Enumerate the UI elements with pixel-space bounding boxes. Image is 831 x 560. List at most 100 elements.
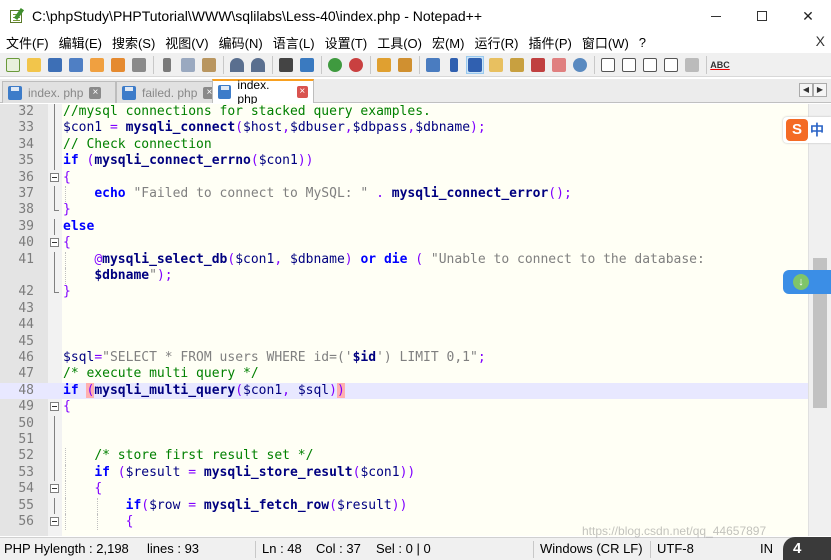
menu-run[interactable]: 运行(R)	[468, 33, 522, 52]
play-macro-icon[interactable]	[641, 56, 659, 74]
show-all-chars-icon[interactable]	[445, 56, 463, 74]
stop-macro-icon[interactable]	[620, 56, 638, 74]
zoom-in-icon[interactable]	[326, 56, 344, 74]
vertical-scrollbar[interactable]	[808, 104, 831, 536]
code-line[interactable]: 32 //mysql connections for stacked query …	[0, 104, 808, 121]
code-line[interactable]: 43	[0, 301, 808, 317]
fold-toggle-icon[interactable]	[50, 402, 59, 412]
minimize-button[interactable]	[693, 0, 739, 32]
fold-toggle-icon[interactable]	[50, 238, 59, 248]
code-line[interactable]: 54 {	[0, 481, 808, 498]
code-line[interactable]: 34 // Check connection	[0, 136, 808, 154]
code-token: ,	[282, 382, 290, 398]
code-token: (	[141, 497, 150, 513]
code-token: $result	[125, 464, 181, 480]
menu-macro[interactable]: 宏(M)	[426, 33, 469, 52]
code-line[interactable]: 55 if($row = mysqli_fetch_row($result))	[0, 497, 808, 514]
code-line[interactable]: 48 if (mysqli_multi_query($con1, $sql))	[0, 382, 808, 400]
print-icon[interactable]	[130, 56, 148, 74]
menu-file[interactable]: 文件(F)	[0, 33, 53, 52]
tab-scroll-right-icon[interactable]: ▶	[813, 83, 827, 97]
close-icon[interactable]	[88, 56, 106, 74]
close-document-button[interactable]: X	[816, 33, 825, 49]
save-icon[interactable]	[46, 56, 64, 74]
maximize-button[interactable]	[739, 0, 785, 32]
cut-icon[interactable]	[158, 56, 176, 74]
tab-close-icon[interactable]: ×	[296, 86, 308, 98]
function-list-icon[interactable]	[529, 56, 547, 74]
code-line[interactable]: $dbname");	[0, 268, 808, 285]
code-line[interactable]: 44	[0, 317, 808, 333]
close-all-icon[interactable]	[109, 56, 127, 74]
code-line[interactable]: 38}	[0, 202, 808, 218]
save-macro-icon[interactable]	[683, 56, 701, 74]
code-line[interactable]: 37 echo "Failed to connect to MySQL: " .…	[0, 186, 808, 203]
code-line[interactable]: 49 {	[0, 399, 808, 415]
new-file-icon[interactable]	[4, 56, 22, 74]
run-macro-multiple-icon[interactable]	[662, 56, 680, 74]
code-line[interactable]: 47 /* execute multi query */	[0, 366, 808, 382]
toolbar: ABC	[0, 53, 831, 77]
sogou-ime-widget[interactable]: S 中	[783, 117, 831, 143]
zoom-out-icon[interactable]	[347, 56, 365, 74]
save-all-icon[interactable]	[67, 56, 85, 74]
menu-tools[interactable]: 工具(O)	[371, 33, 426, 52]
replace-icon[interactable]	[298, 56, 316, 74]
menu-edit[interactable]: 编辑(E)	[53, 33, 106, 52]
doc-map-icon[interactable]	[508, 56, 526, 74]
menu-search[interactable]: 搜索(S)	[106, 33, 159, 52]
sync-vertical-icon[interactable]	[375, 56, 393, 74]
sync-horizontal-icon[interactable]	[396, 56, 414, 74]
line-number: 34	[18, 136, 34, 152]
paste-icon[interactable]	[200, 56, 218, 74]
menu-encoding[interactable]: 编码(N)	[213, 33, 267, 52]
download-float-button[interactable]: ↓	[783, 270, 831, 294]
code-line[interactable]: 53 if ($result = mysqli_store_result($co…	[0, 464, 808, 482]
status-bar: PHP Hy length : 2,198 lines : 93 Ln : 48…	[0, 537, 831, 560]
code-line[interactable]: 35 if (mysqli_connect_errno($con1))	[0, 153, 808, 170]
menu-window[interactable]: 窗口(W)	[576, 33, 633, 52]
tab-close-icon[interactable]: ×	[89, 86, 102, 99]
code-line[interactable]: 42}	[0, 284, 808, 300]
code-line[interactable]: 46 $sql="SELECT * FROM users WHERE id=('$…	[0, 350, 808, 366]
spell-check-icon[interactable]: ABC	[710, 56, 730, 74]
open-file-icon[interactable]	[25, 56, 43, 74]
code-line[interactable]: 41 @mysqli_select_db ($con1, $dbname) or …	[0, 251, 808, 268]
find-icon[interactable]	[277, 56, 295, 74]
user-language-icon[interactable]	[487, 56, 505, 74]
code-line[interactable]: 39 else	[0, 218, 808, 236]
code-line[interactable]: 51	[0, 432, 808, 449]
word-wrap-icon[interactable]	[424, 56, 442, 74]
status-encoding: UTF-8	[657, 541, 694, 556]
status-line: Ln : 48	[262, 541, 302, 556]
monitoring-icon[interactable]	[571, 56, 589, 74]
redo-icon[interactable]	[249, 56, 267, 74]
menu-help[interactable]: ?	[633, 35, 650, 50]
record-macro-icon[interactable]	[599, 56, 617, 74]
menu-language[interactable]: 语言(L)	[267, 33, 319, 52]
code-editor[interactable]: 32 //mysql connections for stacked query …	[0, 104, 808, 536]
fold-toggle-icon[interactable]	[50, 517, 59, 526]
close-window-button[interactable]: ✕	[785, 0, 831, 32]
fold-toggle-icon[interactable]	[50, 172, 59, 182]
menu-settings[interactable]: 设置(T)	[319, 33, 372, 52]
fold-toggle-icon[interactable]	[50, 484, 59, 494]
tab-index-php-active[interactable]: index. php ×	[212, 78, 314, 106]
fold-line-marker	[54, 432, 55, 449]
code-line[interactable]: 36 {	[0, 170, 808, 186]
line-number: 49	[18, 399, 34, 415]
menu-plugins[interactable]: 插件(P)	[523, 33, 576, 52]
tab-index-php-1[interactable]: index. php ×	[2, 81, 116, 103]
undo-icon[interactable]	[228, 56, 246, 74]
tab-scroll-left-icon[interactable]: ◀	[799, 83, 813, 97]
code-line[interactable]: 52 /* store first result set */	[0, 448, 808, 465]
folder-workspace-icon[interactable]	[550, 56, 568, 74]
code-line[interactable]: 45	[0, 334, 808, 350]
code-line[interactable]: 33 $con1 = mysqli_connect($host,$dbuser,$…	[0, 120, 808, 137]
copy-icon[interactable]	[179, 56, 197, 74]
code-line[interactable]: 50	[0, 415, 808, 432]
menu-view[interactable]: 视图(V)	[159, 33, 212, 52]
indent-guide-icon[interactable]	[466, 55, 484, 74]
code-line[interactable]: 40 {	[0, 235, 808, 251]
